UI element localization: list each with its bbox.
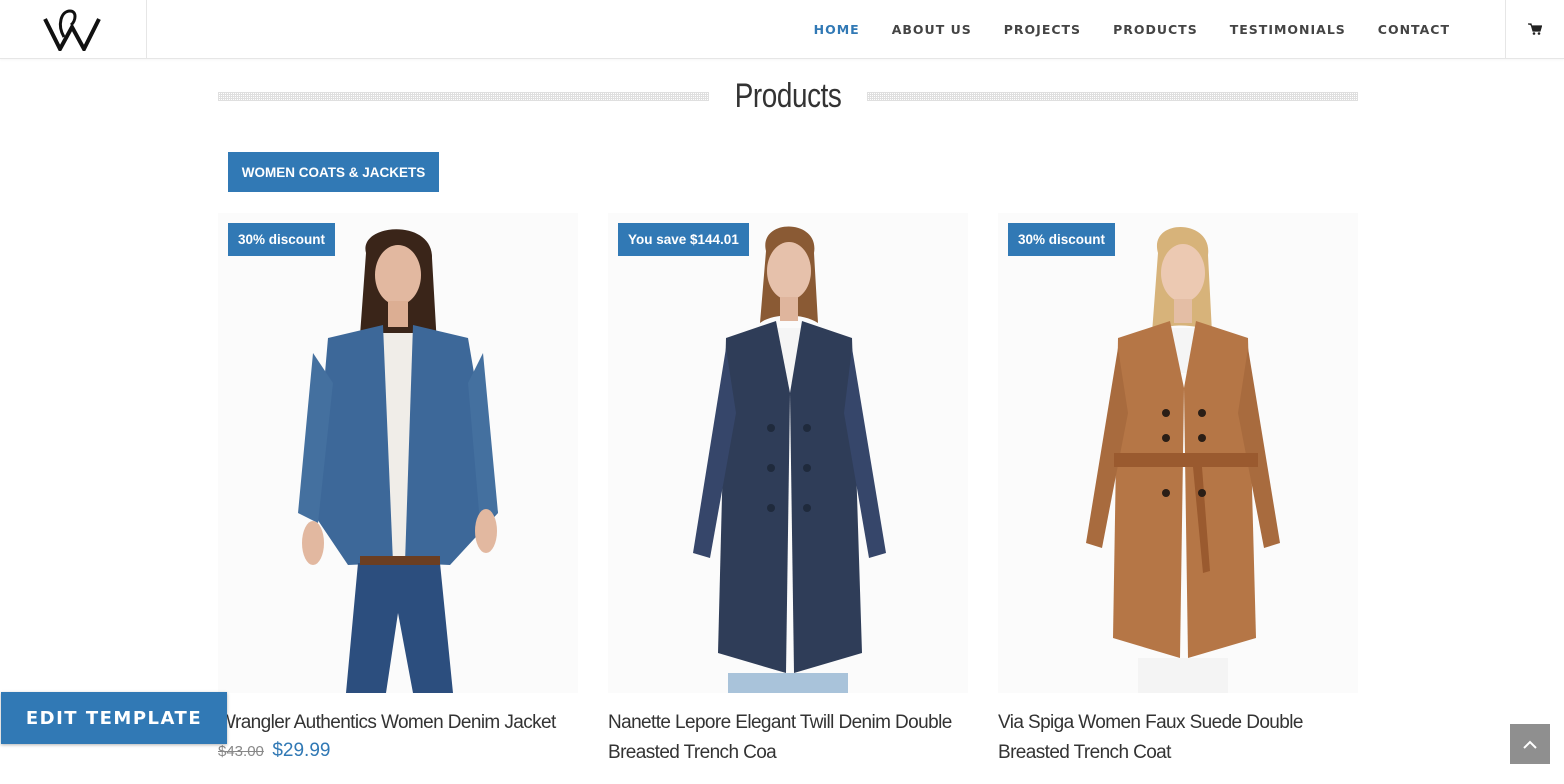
back-to-top-button[interactable] (1510, 724, 1550, 764)
category-filter-button[interactable]: WOMEN COATS & JACKETS (228, 152, 439, 192)
logo[interactable] (0, 0, 147, 58)
site-header: HOME ABOUT US PROJECTS PRODUCTS TESTIMON… (0, 0, 1564, 59)
page-title: Products (734, 76, 842, 115)
product-name[interactable]: Wrangler Authentics Women Denim Jacket (218, 708, 578, 738)
discount-badge: You save $144.01 (618, 223, 749, 256)
section-title: Products (218, 72, 1358, 120)
logo-icon (43, 9, 101, 51)
nav-item-projects[interactable]: PROJECTS (1004, 22, 1081, 37)
product-name[interactable]: Nanette Lepore Elegant Twill Denim Doubl… (608, 708, 968, 768)
product-image[interactable]: 30% discount (218, 213, 578, 693)
product-image[interactable]: You save $144.01 (608, 213, 968, 693)
product-card[interactable]: You save $144.01 Nanette Lepore Elegant … (608, 213, 968, 784)
title-divider-left (218, 91, 709, 101)
product-price: $43.00 $29.99 (218, 740, 578, 762)
model-trench-coat-image (608, 213, 968, 693)
product-name[interactable]: Via Spiga Women Faux Suede Double Breast… (998, 708, 1358, 768)
product-card[interactable]: 30% discount Via Spiga Women Faux Suede … (998, 213, 1358, 784)
nav-item-home[interactable]: HOME (814, 22, 860, 37)
product-price (608, 770, 968, 784)
nav-item-contact[interactable]: CONTACT (1378, 22, 1450, 37)
shopping-cart-icon (1528, 23, 1542, 35)
chevron-up-icon (1523, 740, 1537, 749)
edit-template-button[interactable]: EDIT TEMPLATE (1, 692, 227, 744)
product-price (998, 770, 1358, 784)
nav-item-testimonials[interactable]: TESTIMONIALS (1230, 22, 1346, 37)
new-price: $29.99 (272, 740, 331, 761)
product-image[interactable]: 30% discount (998, 213, 1358, 693)
cart-button[interactable] (1505, 0, 1564, 58)
nav-item-products[interactable]: PRODUCTS (1113, 22, 1198, 37)
model-denim-jacket-image (218, 213, 578, 693)
nav-item-about-us[interactable]: ABOUT US (892, 22, 972, 37)
product-card[interactable]: 30% discount Wrangler Authentics Women D… (218, 213, 578, 762)
model-suede-trench-image (998, 213, 1358, 693)
main-nav: HOME ABOUT US PROJECTS PRODUCTS TESTIMON… (782, 0, 1450, 58)
old-price: $43.00 (218, 743, 264, 760)
title-divider-right (867, 91, 1358, 101)
discount-badge: 30% discount (1008, 223, 1116, 256)
discount-badge: 30% discount (228, 223, 336, 256)
